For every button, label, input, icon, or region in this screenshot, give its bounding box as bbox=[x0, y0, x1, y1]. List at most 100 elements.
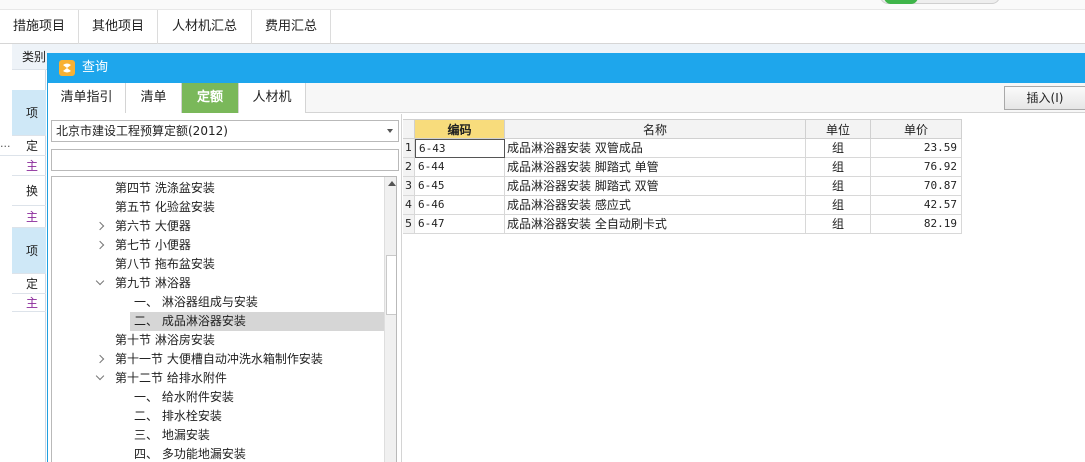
tree-scrollbar[interactable] bbox=[384, 177, 396, 462]
scroll-thumb[interactable] bbox=[386, 255, 396, 315]
tree-node[interactable]: 一、 淋浴器组成与安装 bbox=[52, 293, 382, 312]
tree-node-label: 第九节 淋浴器 bbox=[115, 276, 191, 290]
quota-library-select[interactable]: 北京市建设工程预算定额(2012) bbox=[51, 120, 399, 142]
quota-price[interactable]: 82.19 bbox=[871, 215, 962, 234]
quota-code[interactable]: 6-43 bbox=[415, 139, 505, 158]
quota-library-value: 北京市建设工程预算定额(2012) bbox=[56, 124, 228, 138]
grid-header-price[interactable]: 单价 bbox=[871, 119, 962, 139]
tree-node-label: 第十二节 给排水附件 bbox=[115, 371, 227, 385]
row-number[interactable]: 1 bbox=[403, 139, 415, 158]
bg-cell-item-2[interactable]: 项 bbox=[12, 228, 46, 274]
tree-node[interactable]: 二、 排水栓安装 bbox=[52, 407, 382, 426]
tree-node[interactable]: 一、 给水附件安装 bbox=[52, 388, 382, 407]
panel-splitter[interactable] bbox=[401, 114, 402, 462]
tree-node-label: 第六节 大便器 bbox=[115, 219, 191, 233]
row-number[interactable]: 5 bbox=[403, 215, 415, 234]
tab-bill-guide[interactable]: 清单指引 bbox=[48, 83, 126, 113]
quota-code[interactable]: 6-44 bbox=[415, 158, 505, 177]
quota-unit[interactable]: 组 bbox=[806, 177, 871, 196]
chevron-right-icon[interactable] bbox=[95, 240, 105, 250]
tree-node-label: 第十一节 大便槽自动冲洗水箱制作安装 bbox=[115, 352, 323, 366]
app-window: 措施项目 其他项目 人材机汇总 费用汇总 类别 项 ... 定 主 换 主 项 … bbox=[0, 0, 1085, 462]
tree-node-label: 四、 多功能地漏安装 bbox=[134, 447, 246, 461]
quota-unit[interactable]: 组 bbox=[806, 139, 871, 158]
chevron-right-icon[interactable] bbox=[95, 221, 105, 231]
tree-node[interactable]: 第五节 化验盆安装 bbox=[52, 198, 382, 217]
tree-node-label: 二、 成品淋浴器安装 bbox=[134, 314, 246, 328]
row-number[interactable]: 4 bbox=[403, 196, 415, 215]
tree-node[interactable]: 第八节 拖布盆安装 bbox=[52, 255, 382, 274]
dialog-title: 查询 bbox=[82, 60, 109, 75]
tree-node-label: 一、 淋浴器组成与安装 bbox=[134, 295, 258, 309]
bg-category-header: 类别 bbox=[12, 44, 46, 70]
bg-cell-main[interactable]: 主 bbox=[12, 156, 46, 176]
dialog-tabs: 清单指引 清单 定额 人材机 bbox=[48, 83, 1085, 113]
quota-price[interactable]: 70.87 bbox=[871, 177, 962, 196]
quota-unit[interactable]: 组 bbox=[806, 215, 871, 234]
bg-cell-item[interactable]: 项 bbox=[12, 90, 46, 136]
tree-node-label: 三、 地漏安装 bbox=[134, 428, 210, 442]
quota-code[interactable]: 6-47 bbox=[415, 215, 505, 234]
row-number[interactable]: 3 bbox=[403, 177, 415, 196]
tree-node-label: 二、 排水栓安装 bbox=[134, 409, 222, 423]
grid-header-name[interactable]: 名称 bbox=[505, 119, 806, 139]
quota-unit[interactable]: 组 bbox=[806, 158, 871, 177]
insert-button[interactable]: 插入(I) bbox=[1004, 86, 1085, 110]
tab-other-items[interactable]: 其他项目 bbox=[79, 10, 158, 44]
chevron-down-icon[interactable] bbox=[95, 371, 105, 381]
bg-cell-main-3[interactable]: 主 bbox=[12, 294, 46, 312]
tree-node[interactable]: 第六节 大便器 bbox=[52, 217, 382, 236]
tree-node[interactable]: 第十二节 给排水附件 bbox=[52, 369, 382, 388]
tree-node[interactable]: 二、 成品淋浴器安装 bbox=[130, 312, 384, 331]
tree-node-label: 第五节 化验盆安装 bbox=[115, 200, 215, 214]
app-logo-icon bbox=[59, 60, 75, 76]
tab-measures[interactable]: 措施项目 bbox=[0, 10, 79, 44]
quota-name[interactable]: 成品淋浴器安装 双管成品 bbox=[505, 139, 806, 158]
bg-cell-replace[interactable]: 换 bbox=[12, 176, 46, 206]
tree-node-label: 第七节 小便器 bbox=[115, 238, 191, 252]
tree-node[interactable]: 三、 地漏安装 bbox=[52, 426, 382, 445]
tree-node[interactable]: 第十节 淋浴房安装 bbox=[52, 331, 382, 350]
tab-labor-material-summary[interactable]: 人材机汇总 bbox=[158, 10, 252, 44]
query-dialog: 查询 清单指引 清单 定额 人材机 插入(I) 北京市建设工程预算定额(2012… bbox=[47, 53, 1085, 462]
tree-node[interactable]: 四、 多功能地漏安装 bbox=[52, 445, 382, 462]
tree-node[interactable]: 第九节 淋浴器 bbox=[52, 274, 382, 293]
quota-price[interactable]: 23.59 bbox=[871, 139, 962, 158]
tree-node-label: 第十节 淋浴房安装 bbox=[115, 333, 215, 347]
quota-name[interactable]: 成品淋浴器安装 感应式 bbox=[505, 196, 806, 215]
grid-header-rownum[interactable] bbox=[403, 119, 415, 139]
chevron-down-icon bbox=[387, 129, 393, 133]
tab-quota[interactable]: 定额 bbox=[182, 83, 239, 113]
quota-code[interactable]: 6-45 bbox=[415, 177, 505, 196]
chevron-right-icon[interactable] bbox=[95, 354, 105, 364]
quota-unit[interactable]: 组 bbox=[806, 196, 871, 215]
main-tabs: 措施项目 其他项目 人材机汇总 费用汇总 bbox=[0, 10, 1085, 44]
quota-code[interactable]: 6-46 bbox=[415, 196, 505, 215]
bg-cell-quota[interactable]: 定 bbox=[12, 136, 46, 156]
tab-labor-material[interactable]: 人材机 bbox=[239, 83, 306, 113]
quota-price[interactable]: 76.92 bbox=[871, 158, 962, 177]
quota-name[interactable]: 成品淋浴器安装 脚踏式 单管 bbox=[505, 158, 806, 177]
dialog-title-bar[interactable]: 查询 bbox=[48, 53, 1085, 83]
quota-price[interactable]: 42.57 bbox=[871, 196, 962, 215]
tab-fee-summary[interactable]: 费用汇总 bbox=[252, 10, 331, 44]
bg-cell-quota-2[interactable]: 定 bbox=[12, 274, 46, 294]
bg-cell-main-2[interactable]: 主 bbox=[12, 206, 46, 228]
scroll-up-icon[interactable] bbox=[388, 181, 396, 186]
grid-header-unit[interactable]: 单位 bbox=[806, 119, 871, 139]
status-indicator bbox=[884, 0, 918, 4]
grid-header-code[interactable]: 编码 bbox=[415, 119, 505, 139]
tree-node-label: 一、 给水附件安装 bbox=[134, 390, 234, 404]
tree-node[interactable]: 第十一节 大便槽自动冲洗水箱制作安装 bbox=[52, 350, 382, 369]
tree-node[interactable]: 第七节 小便器 bbox=[52, 236, 382, 255]
quota-name[interactable]: 成品淋浴器安装 全自动刷卡式 bbox=[505, 215, 806, 234]
quota-name[interactable]: 成品淋浴器安装 脚踏式 双管 bbox=[505, 177, 806, 196]
chapter-tree: 第四节 洗涤盆安装 第五节 化验盆安装 第六节 大便器 第七节 小便器第八节 拖布盆安… bbox=[51, 176, 397, 462]
tree-node[interactable]: 第四节 洗涤盆安装 bbox=[52, 179, 382, 198]
tree-filter-input[interactable] bbox=[51, 149, 399, 171]
row-number[interactable]: 2 bbox=[403, 158, 415, 177]
tab-bill[interactable]: 清单 bbox=[126, 83, 182, 113]
tree-node-label: 第四节 洗涤盆安装 bbox=[115, 181, 215, 195]
chevron-down-icon[interactable] bbox=[95, 276, 105, 286]
bg-ellipsis: ... bbox=[0, 136, 12, 156]
